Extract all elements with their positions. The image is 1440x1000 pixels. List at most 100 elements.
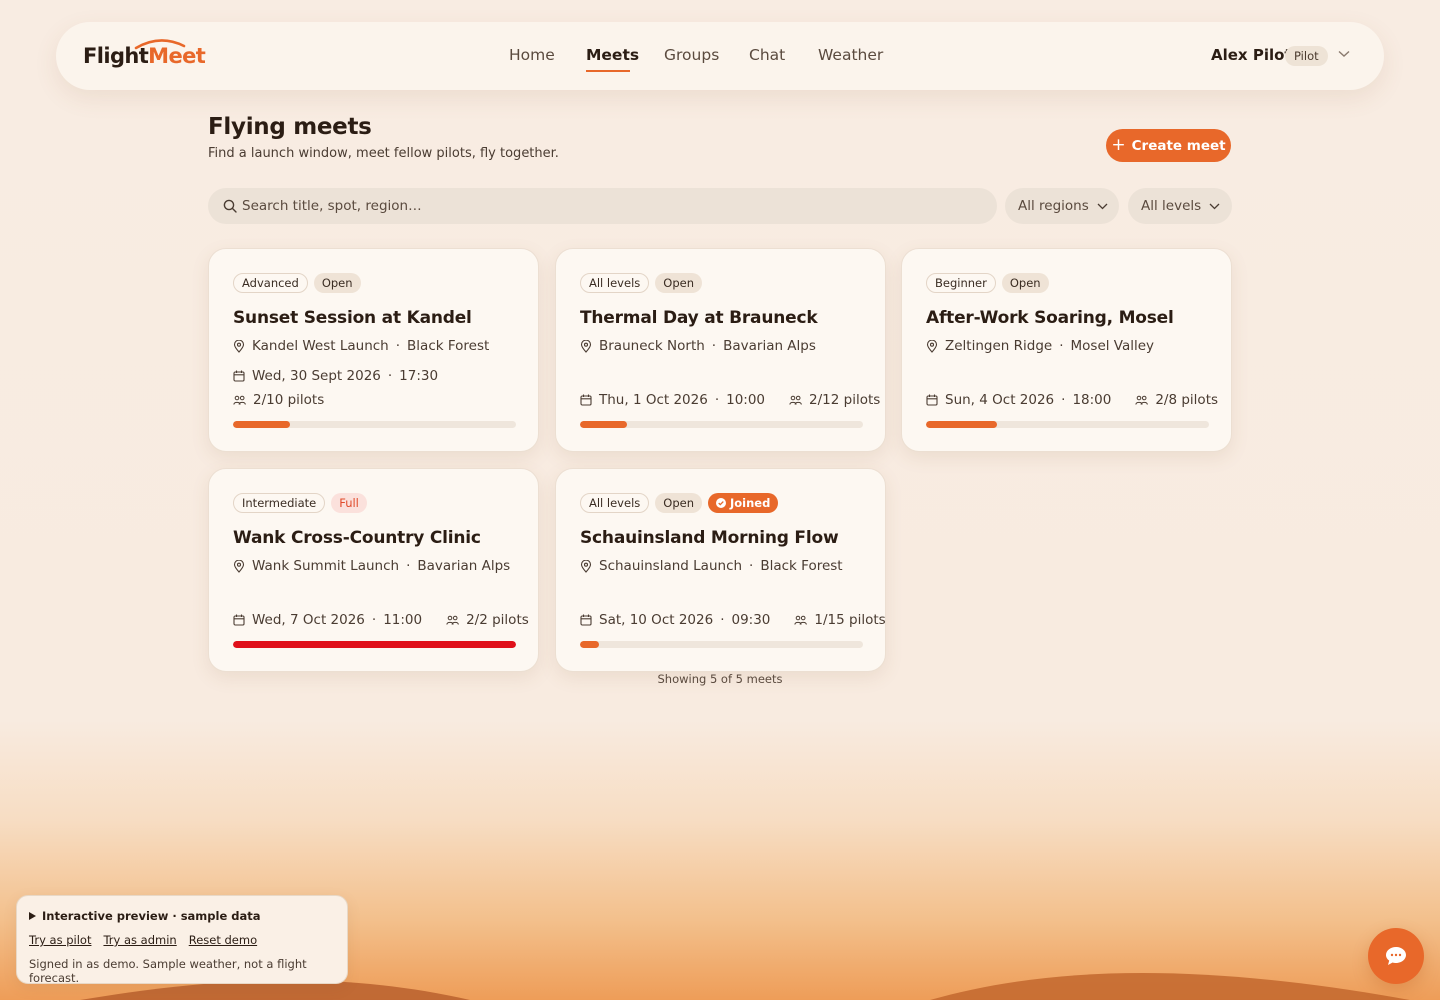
status-badge: Open	[655, 493, 702, 513]
meet-datetime: Sat, 10 Oct 2026 · 09:30 1/15 pilots	[580, 612, 886, 628]
meet-card[interactable]: All levels Open Joined Schauinsland Morn…	[555, 468, 886, 672]
nav-weather[interactable]: Weather	[818, 46, 883, 64]
nav-home[interactable]: Home	[509, 46, 555, 64]
calendar-icon	[580, 394, 592, 406]
level-badge: All levels	[580, 493, 650, 513]
meet-datetime: Thu, 1 Oct 2026 · 10:00 2/12 pilots	[580, 392, 880, 408]
meet-region: Black Forest	[760, 558, 843, 574]
demo-panel: Interactive preview · sample data Try as…	[16, 895, 348, 985]
meet-card[interactable]: Beginner Open After-Work Soaring, Mosel …	[901, 248, 1232, 452]
map-pin-icon	[580, 559, 592, 573]
meet-spot: Schauinsland Launch	[599, 558, 743, 574]
meet-card[interactable]: All levels Open Thermal Day at Brauneck …	[555, 248, 886, 452]
user-name[interactable]: Alex Pilot	[1211, 46, 1292, 64]
meet-location: Schauinsland Launch · Black Forest	[580, 558, 843, 574]
pilots-progress-bar	[233, 641, 516, 648]
pilots-progress-bar	[233, 421, 516, 428]
pilots-progress-fill	[233, 641, 516, 648]
separator: ·	[711, 338, 717, 354]
meet-datetime: Sun, 4 Oct 2026 · 18:00 2/8 pilots	[926, 392, 1218, 408]
create-meet-button[interactable]: + Create meet	[1106, 129, 1231, 162]
chat-button[interactable]	[1368, 928, 1424, 984]
caret-right-icon	[29, 912, 36, 920]
meet-title: Schauinsland Morning Flow	[580, 528, 839, 548]
meet-spot: Zeltingen Ridge	[945, 338, 1053, 354]
demo-panel-toggle[interactable]: Interactive preview · sample data	[29, 909, 261, 923]
joined-label: Joined	[729, 496, 771, 510]
users-icon	[233, 395, 246, 405]
map-pin-icon	[580, 339, 592, 353]
status-badge: Open	[313, 273, 361, 293]
meet-location: Kandel West Launch · Black Forest	[233, 338, 489, 354]
status-badge: Open	[1001, 273, 1049, 293]
map-pin-icon	[926, 339, 938, 353]
separator: ·	[749, 558, 754, 574]
users-icon	[1135, 395, 1149, 405]
nav-groups[interactable]: Groups	[664, 46, 719, 64]
region-filter-select[interactable]: All regions	[1005, 188, 1119, 224]
level-filter-select[interactable]: All levels	[1128, 188, 1232, 224]
users-icon	[789, 395, 802, 405]
level-badge: Advanced	[233, 273, 308, 293]
meet-title: After-Work Soaring, Mosel	[926, 308, 1174, 328]
chevron-down-icon[interactable]	[1338, 50, 1350, 58]
region-filter-value: All regions	[1018, 198, 1089, 214]
separator: ·	[371, 612, 377, 628]
meet-time: 11:00	[383, 612, 423, 628]
meet-location: Wank Summit Launch · Bavarian Alps	[233, 558, 510, 574]
plus-icon: +	[1111, 135, 1126, 155]
nav-chat[interactable]: Chat	[749, 46, 785, 64]
pilots-progress-fill	[580, 421, 628, 428]
meet-location: Brauneck North · Bavarian Alps	[580, 338, 816, 354]
level-badge: Intermediate	[233, 493, 326, 513]
chat-bubble-icon	[1386, 947, 1406, 965]
top-navigation-bar: FlightMeet Home Meets Groups Chat Weathe…	[56, 22, 1384, 90]
calendar-icon	[233, 614, 245, 626]
meet-badges: Intermediate Full	[233, 493, 367, 513]
nav-meets[interactable]: Meets	[586, 46, 639, 64]
active-nav-indicator	[586, 70, 630, 72]
meet-badges: All levels Open Joined	[580, 493, 779, 513]
pilots-progress-fill	[233, 421, 290, 428]
try-as-admin-link[interactable]: Try as admin	[103, 933, 176, 947]
level-badge: Beginner	[926, 273, 996, 293]
meet-badges: Advanced Open	[233, 273, 361, 293]
pilots-progress-fill	[926, 421, 997, 428]
results-count: Showing 5 of 5 meets	[657, 672, 783, 686]
meet-datetime: Wed, 7 Oct 2026 · 11:00 2/2 pilots	[233, 612, 529, 628]
try-as-pilot-link[interactable]: Try as pilot	[29, 933, 91, 947]
meet-title: Thermal Day at Brauneck	[580, 308, 818, 328]
meet-title: Sunset Session at Kandel	[233, 308, 472, 328]
users-icon	[794, 615, 808, 625]
search-bar	[208, 188, 997, 224]
calendar-icon	[926, 394, 938, 406]
meet-pilots-row: 2/10 pilots	[233, 392, 324, 408]
check-circle-icon	[715, 498, 726, 508]
reset-demo-link[interactable]: Reset demo	[189, 933, 257, 947]
meet-card[interactable]: Intermediate Full Wank Cross-Country Cli…	[208, 468, 539, 672]
users-icon	[446, 615, 459, 625]
page-title: Flying meets	[208, 114, 372, 140]
meet-badges: All levels Open	[580, 273, 702, 293]
search-input[interactable]	[242, 188, 982, 224]
level-badge: All levels	[580, 273, 650, 293]
status-badge: Open	[655, 273, 702, 293]
create-meet-label: Create meet	[1131, 137, 1226, 154]
search-icon	[223, 199, 237, 213]
map-pin-icon	[233, 559, 245, 573]
meet-card[interactable]: Advanced Open Sunset Session at Kandel K…	[208, 248, 539, 452]
meet-region: Bavarian Alps	[723, 338, 816, 354]
separator: ·	[387, 368, 393, 384]
pilots-progress-bar	[580, 641, 863, 648]
joined-badge: Joined	[707, 493, 779, 513]
main-nav: Home Meets Groups Chat Weather	[56, 22, 1384, 90]
meet-spot: Kandel West Launch	[252, 338, 389, 354]
separator: ·	[395, 338, 401, 354]
meet-region: Black Forest	[407, 338, 490, 354]
chevron-down-icon	[1097, 203, 1108, 209]
meet-location: Zeltingen Ridge · Mosel Valley	[926, 338, 1154, 354]
status-badge: Full	[331, 493, 367, 513]
pilots-progress-bar	[926, 421, 1209, 428]
pilots-progress-bar	[580, 421, 863, 428]
meet-date: Wed, 30 Sept 2026	[252, 368, 381, 384]
